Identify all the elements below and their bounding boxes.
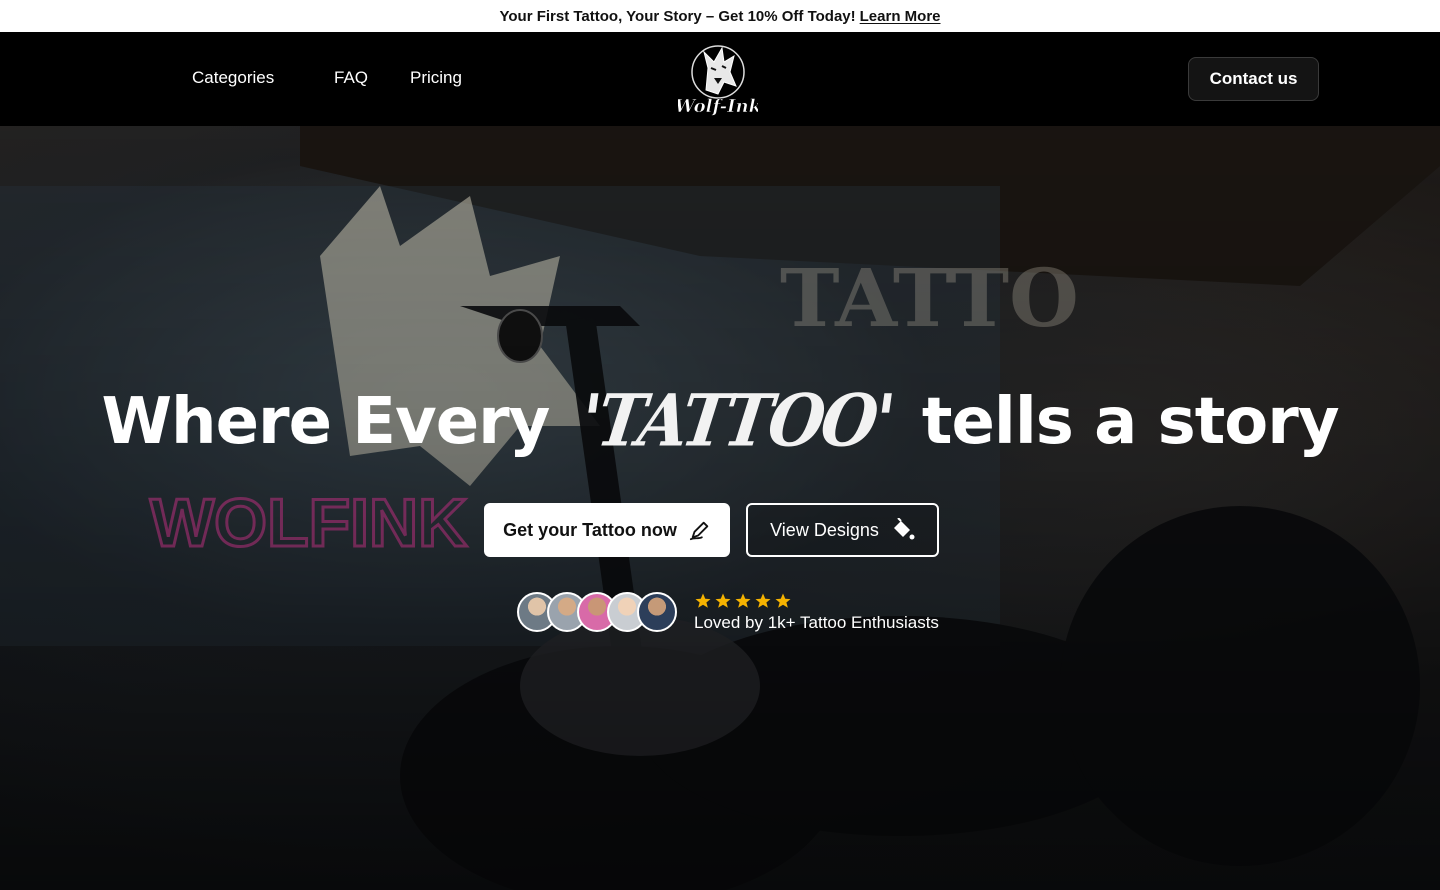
nav-faq[interactable]: FAQ xyxy=(334,68,368,88)
hero-section: WOLFINK TATTO Where Every 'TATTOO' tells… xyxy=(0,126,1440,890)
hero-headline: Where Every 'TATTOO' tells a story xyxy=(0,380,1440,464)
star-icon xyxy=(695,593,711,608)
headline-highlight: 'TATTOO' xyxy=(574,379,897,464)
star-icon xyxy=(715,593,731,608)
nav-pricing[interactable]: Pricing xyxy=(410,68,462,88)
avatar-group xyxy=(517,592,679,634)
contact-us-button[interactable]: Contact us xyxy=(1188,57,1319,101)
avatar xyxy=(637,592,677,632)
view-designs-button[interactable]: View Designs xyxy=(746,503,939,557)
headline-part-2: tells a story xyxy=(921,385,1340,459)
wolf-ink-logo[interactable]: Wolf-Ink xyxy=(675,38,761,120)
learn-more-link[interactable]: Learn More xyxy=(860,8,941,25)
star-icon xyxy=(735,593,751,608)
main-navbar: Categories FAQ Pricing Wolf-Ink Contact … xyxy=(0,32,1440,126)
star-icon xyxy=(755,593,771,608)
svg-text:Wolf-Ink: Wolf-Ink xyxy=(678,96,758,117)
pen-icon xyxy=(689,521,709,541)
announcement-text: Your First Tattoo, Your Story – Get 10% … xyxy=(499,7,856,25)
rating-stars xyxy=(694,592,792,610)
paint-bucket-icon xyxy=(893,518,915,540)
get-tattoo-label: Get your Tattoo now xyxy=(503,519,677,540)
wolf-logo-icon: Wolf-Ink xyxy=(675,45,761,117)
headline-part-1: Where Every xyxy=(101,385,550,459)
announcement-bar: Your First Tattoo, Your Story – Get 10% … xyxy=(0,0,1440,32)
get-tattoo-button[interactable]: Get your Tattoo now xyxy=(484,503,730,557)
star-icon xyxy=(775,593,791,608)
social-proof-text: Loved by 1k+ Tattoo Enthusiasts xyxy=(694,613,939,632)
nav-categories[interactable]: Categories xyxy=(192,68,274,88)
view-designs-label: View Designs xyxy=(770,519,879,540)
